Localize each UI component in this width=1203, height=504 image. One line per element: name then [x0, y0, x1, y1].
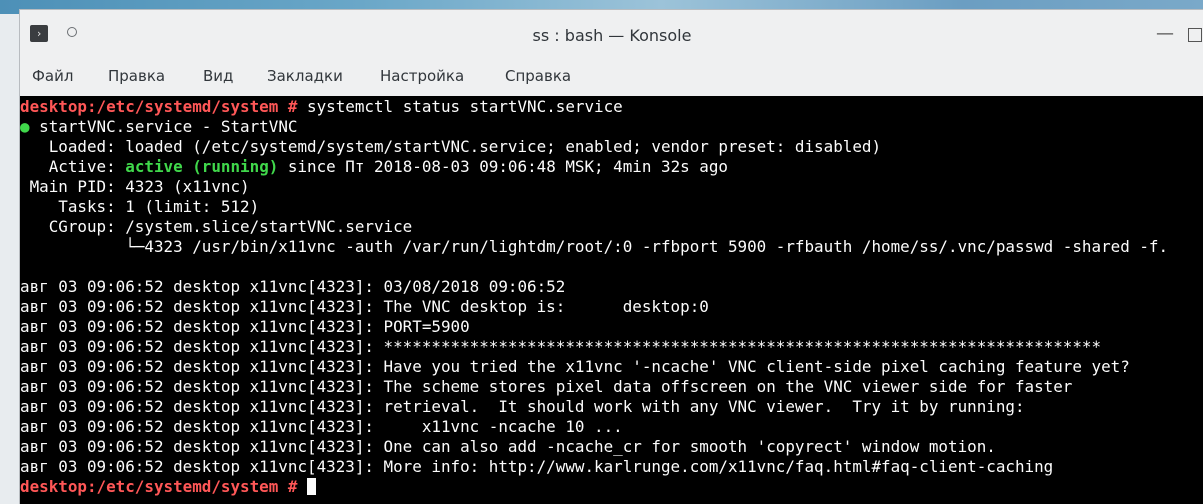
service-name: startVNC.service - StartVNC: [29, 117, 298, 136]
tasks-line: Tasks: 1 (limit: 512): [20, 197, 260, 216]
active-since: since Пт 2018-08-03 09:06:48 MSK; 4min 3…: [278, 157, 728, 176]
shell-prompt: desktop:/etc/systemd/system #: [20, 97, 298, 116]
log-line: авг 03 09:06:52 desktop x11vnc[4323]: Ha…: [20, 357, 1130, 376]
log-line: авг 03 09:06:52 desktop x11vnc[4323]: 03…: [20, 277, 566, 296]
active-line: Active: active (running) since Пт 2018-0…: [20, 157, 728, 177]
active-state: active (running): [125, 157, 279, 176]
log-line: авг 03 09:06:52 desktop x11vnc[4323]: x1…: [20, 417, 623, 436]
window-title: ss : bash — Konsole: [532, 26, 692, 45]
log-line: авг 03 09:06:52 desktop x11vnc[4323]: re…: [20, 397, 1025, 416]
maximize-icon[interactable]: [1188, 28, 1202, 42]
log-line: авг 03 09:06:52 desktop x11vnc[4323]: Th…: [20, 297, 709, 316]
menu-view[interactable]: Вид: [199, 60, 237, 92]
menu-bookmarks[interactable]: Закладки: [263, 60, 347, 92]
konsole-window: › ss : bash — Konsole — Файл Правка Вид …: [19, 9, 1203, 504]
loaded-line: Loaded: loaded (/etc/systemd/system/star…: [20, 137, 882, 156]
log-line: авг 03 09:06:52 desktop x11vnc[4323]: Mo…: [20, 457, 1054, 476]
log-line: авг 03 09:06:52 desktop x11vnc[4323]: Th…: [20, 377, 1073, 396]
shell-prompt: desktop:/etc/systemd/system #: [20, 477, 298, 496]
service-line: ● startVNC.service - StartVNC: [20, 117, 297, 137]
log-line: авг 03 09:06:52 desktop x11vnc[4323]: **…: [20, 337, 1102, 356]
menu-file[interactable]: Файл: [28, 60, 77, 92]
cgroup-line: CGroup: /system.slice/startVNC.service: [20, 217, 413, 236]
menu-bar: Файл Правка Вид Закладки Настройка Справ…: [20, 60, 1203, 92]
log-line: авг 03 09:06:52 desktop x11vnc[4323]: PO…: [20, 317, 470, 336]
log-line: авг 03 09:06:52 desktop x11vnc[4323]: On…: [20, 437, 996, 456]
text-cursor: [307, 478, 317, 495]
menu-settings[interactable]: Настройка: [376, 60, 468, 92]
main-pid-line: Main PID: 4323 (x11vnc): [20, 177, 250, 196]
current-prompt-line[interactable]: desktop:/etc/systemd/system #: [20, 477, 317, 497]
command-line: desktop:/etc/systemd/system # systemctl …: [20, 97, 623, 117]
cgroup-child-line: └─4323 /usr/bin/x11vnc -auth /var/run/li…: [20, 237, 1169, 256]
terminal-output[interactable]: desktop:/etc/systemd/system # systemctl …: [20, 96, 1203, 504]
command-text: systemctl status startVNC.service: [297, 97, 623, 116]
menu-edit[interactable]: Правка: [104, 60, 169, 92]
status-dot-icon: ●: [20, 117, 30, 136]
minimize-icon[interactable]: —: [1155, 25, 1175, 45]
menu-help[interactable]: Справка: [501, 60, 575, 92]
active-label: Active:: [20, 157, 126, 176]
title-bar[interactable]: › ss : bash — Konsole —: [20, 10, 1203, 56]
